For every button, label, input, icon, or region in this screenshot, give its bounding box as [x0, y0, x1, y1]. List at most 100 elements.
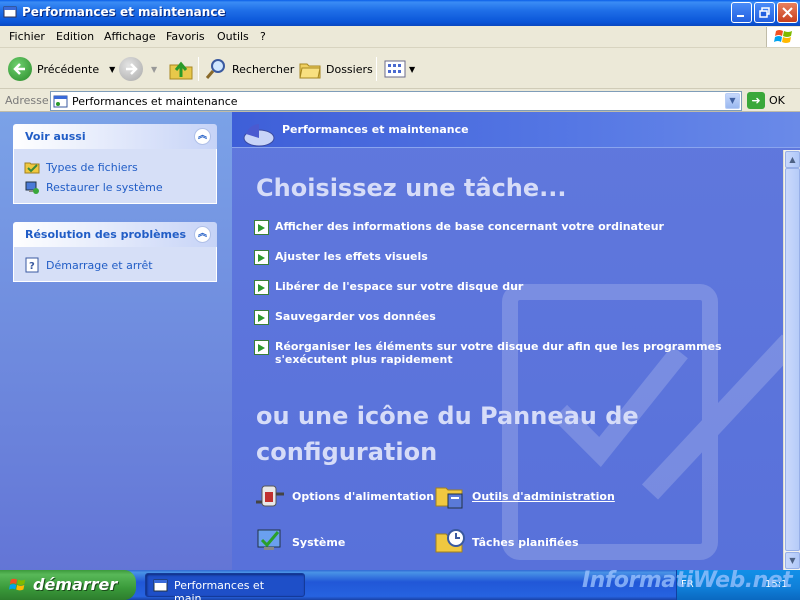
scheduled-tasks-label: Tâches planifiées	[472, 535, 579, 549]
link-startup-shutdown-label: Démarrage et arrêt	[46, 258, 153, 272]
menu-favoris[interactable]: Favoris	[166, 30, 205, 43]
task-label: Réorganiser les éléments sur votre disqu…	[275, 340, 722, 366]
pick-icon-heading: ou une icône du Panneau de configuration	[256, 402, 639, 466]
see-also-panel: Voir aussi ︽ Types de fichiers Restaurer…	[13, 124, 217, 204]
views-icon	[384, 60, 406, 78]
chevron-up-icon: ▲	[789, 155, 796, 164]
up-folder-button[interactable]	[168, 55, 194, 83]
collapse-icon[interactable]: ︽	[194, 226, 211, 243]
go-button[interactable]: ➜ OK	[747, 92, 785, 109]
minimize-icon	[737, 15, 744, 17]
task-item[interactable]: Ajuster les effets visuels	[254, 250, 764, 265]
task-arrow-icon	[254, 220, 269, 235]
collapse-icon[interactable]: ︽	[194, 128, 211, 145]
see-also-header[interactable]: Voir aussi ︽	[13, 124, 217, 149]
pick-task-heading: Choisissez une tâche...	[256, 174, 567, 202]
task-arrow-icon	[254, 280, 269, 295]
forward-button[interactable]: ▼	[119, 55, 157, 83]
menu-affichage[interactable]: Affichage	[104, 30, 156, 43]
troubleshoot-body: ? Démarrage et arrêt	[13, 247, 217, 282]
site-watermark: InformatiWeb.net	[582, 568, 793, 593]
forward-dropdown-icon[interactable]: ▼	[151, 65, 157, 74]
system-label: Système	[292, 535, 346, 549]
menu-help[interactable]: ?	[260, 30, 266, 43]
address-dropdown-button[interactable]: ▼	[725, 93, 740, 109]
task-item[interactable]: Afficher des informations de base concer…	[254, 220, 764, 235]
link-file-types-label: Types de fichiers	[46, 160, 138, 174]
admin-tools-icon	[435, 487, 463, 509]
scroll-down-button[interactable]: ▼	[785, 552, 800, 569]
task-arrow-icon	[254, 310, 269, 325]
link-system-restore[interactable]: Restaurer le système	[24, 177, 216, 197]
back-arrow-icon	[8, 57, 32, 81]
link-system-restore-label: Restaurer le système	[46, 180, 163, 194]
start-button[interactable]: démarrer	[0, 570, 136, 600]
taskbar-window-button[interactable]: Performances et main...	[145, 573, 305, 600]
start-label: démarrer	[33, 575, 118, 594]
system-link[interactable]: Système	[254, 526, 345, 558]
close-icon	[782, 7, 793, 18]
go-arrow-icon: ➜	[747, 92, 765, 109]
address-input[interactable]: Performances et maintenance ▼	[50, 91, 742, 111]
task-arrow-icon	[254, 340, 269, 355]
folder-up-icon	[169, 61, 193, 80]
address-label: Adresse	[5, 94, 49, 107]
svg-text:?: ?	[29, 261, 35, 272]
menu-fichier[interactable]: Fichier	[9, 30, 45, 43]
task-label: Afficher des informations de base concer…	[275, 220, 664, 233]
folders-button[interactable]: Dossiers	[298, 55, 373, 83]
see-also-title: Voir aussi	[25, 130, 86, 143]
task-item[interactable]: Réorganiser les éléments sur votre disqu…	[254, 340, 764, 366]
troubleshoot-panel: Résolution des problèmes ︽ ? Démarrage e…	[13, 222, 217, 282]
address-value: Performances et maintenance	[72, 95, 238, 108]
views-dropdown-icon: ▼	[409, 64, 416, 74]
vertical-scrollbar[interactable]: ▲ ▼	[783, 150, 800, 570]
scroll-thumb[interactable]	[785, 168, 800, 551]
task-pane: Voir aussi ︽ Types de fichiers Restaurer…	[0, 112, 232, 572]
link-file-types[interactable]: Types de fichiers	[24, 157, 216, 177]
close-button[interactable]	[777, 2, 798, 23]
restore-icon	[759, 7, 770, 18]
scheduled-tasks-link[interactable]: Tâches planifiées	[434, 526, 579, 558]
file-types-icon	[24, 162, 40, 174]
menu-outils[interactable]: Outils	[217, 30, 249, 43]
address-bar: Adresse Performances et maintenance ▼ ➜ …	[0, 90, 800, 112]
link-startup-shutdown[interactable]: ? Démarrage et arrêt	[24, 255, 216, 275]
see-also-body: Types de fichiers Restaurer le système	[13, 149, 217, 204]
task-label: Sauvegarder vos données	[275, 310, 436, 323]
chevron-down-icon: ▼	[729, 96, 736, 105]
troubleshoot-header[interactable]: Résolution des problèmes ︽	[13, 222, 217, 247]
views-button[interactable]: ▼	[384, 55, 415, 83]
category-title: Performances et maintenance	[282, 123, 469, 136]
back-dropdown-icon[interactable]: ▼	[109, 65, 115, 74]
toolbar: Précédente ▼ ▼ Rechercher Dossiers ▼	[0, 49, 800, 89]
system-restore-icon	[25, 181, 39, 194]
power-options-link[interactable]: Options d'alimentation	[254, 480, 434, 512]
control-panel-icon	[53, 95, 68, 108]
title-bar[interactable]: Performances et maintenance	[0, 0, 800, 26]
task-item[interactable]: Sauvegarder vos données	[254, 310, 764, 325]
troubleshoot-title: Résolution des problèmes	[25, 228, 187, 241]
main-content: Performances et maintenance Choisissez u…	[232, 112, 800, 572]
admin-tools-label: Outils d'administration	[472, 489, 615, 503]
admin-tools-link[interactable]: Outils d'administration	[434, 480, 615, 512]
folders-label: Dossiers	[326, 62, 373, 76]
system-icon	[257, 529, 281, 550]
power-options-icon	[256, 485, 284, 507]
scroll-up-button[interactable]: ▲	[785, 151, 800, 168]
performance-category-icon	[243, 124, 275, 147]
folders-icon	[299, 63, 321, 79]
task-item[interactable]: Libérer de l'espace sur votre disque dur	[254, 280, 764, 295]
search-button[interactable]: Rechercher	[204, 55, 294, 83]
menu-bar: Fichier Edition Affichage Favoris Outils…	[0, 26, 800, 48]
menu-edition[interactable]: Edition	[56, 30, 94, 43]
minimize-button[interactable]	[731, 2, 752, 23]
chevron-down-icon: ▼	[789, 556, 796, 565]
windows-flag-logo	[766, 27, 800, 47]
task-arrow-icon	[254, 250, 269, 265]
windows-flag-icon	[774, 30, 792, 43]
restore-button[interactable]	[754, 2, 775, 23]
go-label: OK	[769, 94, 785, 107]
window-title: Performances et maintenance	[22, 5, 226, 19]
back-button[interactable]: Précédente ▼	[8, 55, 115, 83]
